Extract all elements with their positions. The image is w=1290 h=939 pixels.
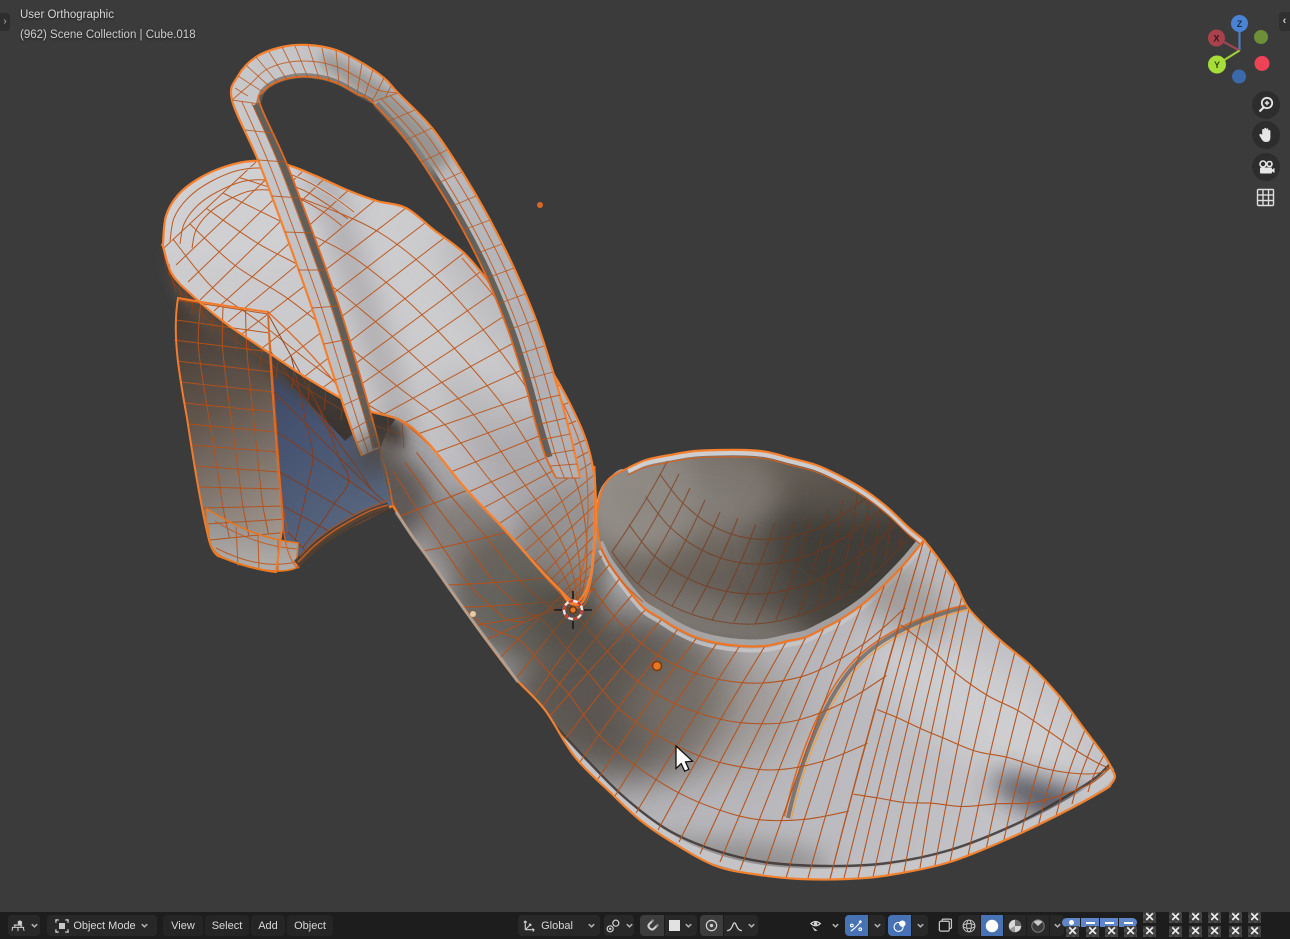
svg-text:Y: Y — [1214, 60, 1220, 70]
svg-text:X: X — [1213, 33, 1219, 43]
svg-text:Z: Z — [1237, 19, 1243, 29]
